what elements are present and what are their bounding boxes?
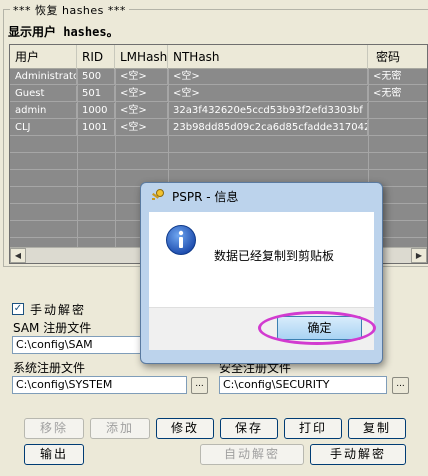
sam-file-input[interactable]: C:\config\SAM — [12, 336, 148, 354]
cell-nthash: 32a3f432620e5ccd53b93f2efd3303bf — [168, 103, 368, 119]
ok-button[interactable]: 确定 — [277, 316, 362, 340]
column-header-user[interactable]: 用户 — [10, 45, 77, 69]
cell-lmhash: <空> — [115, 103, 168, 119]
scroll-right-icon[interactable]: ▶ — [411, 248, 427, 263]
print-button[interactable]: 打印 — [284, 418, 342, 439]
column-header-lmhash[interactable]: LMHash — [115, 45, 168, 69]
cell-rid: 1001 — [77, 120, 115, 136]
sam-file-label: SAM 注册文件 — [13, 321, 92, 335]
empty-row — [10, 154, 427, 170]
cell-password: <无密 — [368, 69, 427, 85]
manual-decrypt-label: 手动解密 — [30, 303, 87, 317]
table-row[interactable]: Administrator 500 <空> <空> <无密 — [10, 69, 427, 85]
cell-lmhash: <空> — [115, 86, 168, 102]
table-row[interactable]: admin 1000 <空> 32a3f432620e5ccd53b93f2ef… — [10, 103, 427, 119]
system-browse-button[interactable]: ... — [191, 377, 208, 394]
cell-rid: 1000 — [77, 103, 115, 119]
information-icon — [166, 225, 196, 255]
empty-row — [10, 137, 427, 153]
edit-button[interactable]: 修改 — [156, 418, 214, 439]
security-file-input[interactable]: C:\config\SECURITY — [219, 376, 387, 394]
copy-button[interactable]: 复制 — [348, 418, 406, 439]
dialog-title: PSPR - 信息 — [172, 190, 239, 204]
manual-decrypt-button[interactable]: 手动解密 — [310, 444, 406, 465]
cell-user: CLJ — [10, 120, 77, 136]
cell-password: <无密 — [368, 86, 427, 102]
column-header-nthash[interactable]: NTHash — [168, 45, 368, 69]
cell-lmhash: <空> — [115, 120, 168, 136]
cell-user: Guest — [10, 86, 77, 102]
cell-nthash: 23b98dd85d09c2ca6d85cfadde317042 — [168, 120, 368, 136]
save-button[interactable]: 保存 — [220, 418, 278, 439]
remove-button[interactable]: 移除 — [24, 418, 84, 439]
table-row[interactable]: CLJ 1001 <空> 23b98dd85d09c2ca6d85cfadde3… — [10, 120, 427, 136]
cell-user: Administrator — [10, 69, 77, 85]
cell-lmhash: <空> — [115, 69, 168, 85]
table-row[interactable]: Guest 501 <空> <空> <无密 — [10, 86, 427, 102]
add-button[interactable]: 添加 — [90, 418, 150, 439]
group-title: *** 恢复 hashes *** — [10, 2, 129, 18]
security-browse-button[interactable]: ... — [392, 377, 409, 394]
cell-user: admin — [10, 103, 77, 119]
manual-decrypt-checkbox[interactable]: ✓ — [12, 303, 24, 315]
cell-password — [368, 120, 427, 136]
app-key-icon — [152, 189, 164, 200]
cell-rid: 501 — [77, 86, 115, 102]
cell-rid: 500 — [77, 69, 115, 85]
auto-decrypt-button[interactable]: 自动解密 — [200, 444, 304, 465]
dialog-message: 数据已经复制到剪贴板 — [214, 249, 335, 263]
system-file-input[interactable]: C:\config\SYSTEM — [12, 376, 187, 394]
grid-header: 用户 RID LMHash NTHash 密码 — [10, 45, 427, 69]
system-file-label: 系统注册文件 — [13, 361, 86, 375]
scroll-left-icon[interactable]: ◀ — [10, 248, 26, 263]
cell-nthash: <空> — [168, 86, 368, 102]
cell-password — [368, 103, 427, 119]
export-button[interactable]: 输出 — [24, 444, 84, 465]
cell-nthash: <空> — [168, 69, 368, 85]
column-header-password[interactable]: 密码 — [368, 45, 427, 69]
section-title: 显示用户 hashes。 — [8, 25, 119, 39]
column-header-rid[interactable]: RID — [77, 45, 115, 69]
info-dialog: PSPR - 信息 数据已经复制到剪贴板 确定 — [140, 182, 383, 364]
